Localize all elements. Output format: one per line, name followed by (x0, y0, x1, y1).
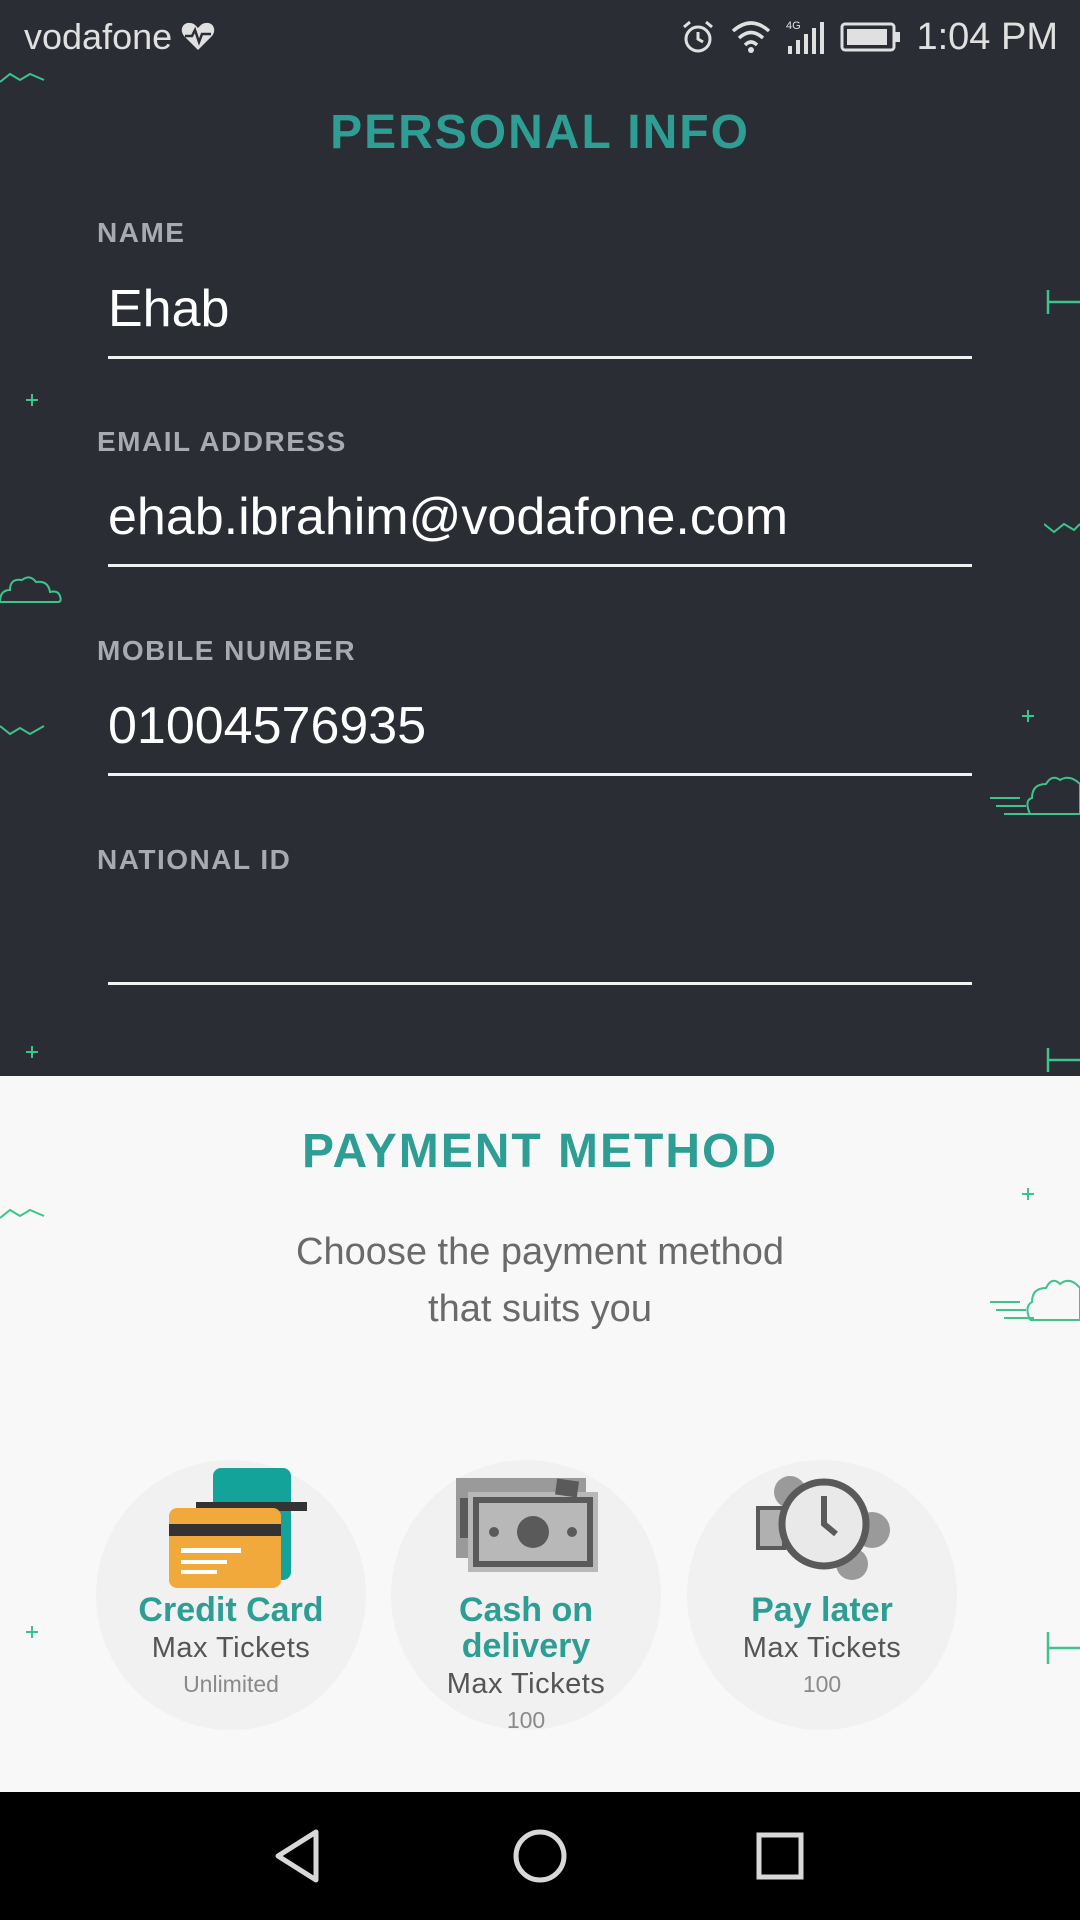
national-id-field[interactable] (108, 893, 972, 985)
status-bar: vodafone 4G 1:04 PM (0, 0, 1080, 75)
plus-deco-icon (26, 1626, 38, 1638)
national-id-label: NATIONAL ID (97, 844, 292, 875)
cash-icon (456, 1478, 598, 1572)
pay-later-max-label: Max Tickets (742, 1632, 902, 1664)
bracket-deco-icon (1046, 1632, 1080, 1664)
name-field[interactable] (108, 267, 972, 359)
payment-subtitle-line1: Choose the payment method (296, 1231, 784, 1273)
zigzag-deco-icon (0, 72, 45, 83)
home-circle-icon[interactable] (508, 1824, 572, 1888)
payment-subtitle-line2: that suits you (428, 1288, 652, 1330)
cash-label-line2: delivery (461, 1627, 591, 1665)
email-label: EMAIL ADDRESS (97, 426, 347, 457)
zigzag-deco-icon (1044, 522, 1080, 534)
battery-icon (840, 22, 901, 52)
cloud-deco-icon (990, 776, 1080, 815)
personal-info-title: PERSONAL INFO (330, 106, 750, 159)
payment-method-title: PAYMENT METHOD (301, 1125, 779, 1178)
pay-later-option[interactable]: Pay later Max Tickets 100 (687, 1460, 957, 1730)
bracket-deco-icon (1046, 290, 1080, 314)
recents-square-icon[interactable] (748, 1824, 812, 1888)
plus-deco-icon (1022, 1188, 1034, 1200)
credit-card-max-value: Unlimited (183, 1671, 279, 1697)
clock-time: 1:04 PM (916, 15, 1058, 58)
status-icons: 4G 1:04 PM (680, 14, 1058, 60)
cash-max-value: 100 (506, 1707, 546, 1733)
payment-subtitle: Choose the payment method that suits you (0, 1224, 1080, 1338)
zigzag-deco-icon (0, 725, 45, 736)
email-field[interactable] (108, 475, 972, 567)
mobile-label: MOBILE NUMBER (97, 635, 357, 666)
cash-max-label: Max Tickets (446, 1668, 606, 1700)
bracket-deco-icon (1046, 1048, 1080, 1072)
carrier-name: vodafone (24, 16, 173, 57)
cash-label-line1: Cash on (458, 1591, 594, 1629)
alarm-icon (683, 20, 714, 53)
signal-icon: 4G (786, 20, 825, 54)
pay-later-label: Pay later (751, 1591, 893, 1629)
credit-card-icon (169, 1468, 307, 1588)
mobile-field[interactable] (108, 684, 972, 776)
heart-pulse-icon (181, 22, 215, 50)
zigzag-deco-icon (0, 1208, 45, 1219)
cash-on-delivery-option[interactable]: Cash on delivery Max Tickets 100 (391, 1460, 661, 1733)
credit-card-max-label: Max Tickets (151, 1632, 311, 1664)
credit-card-option[interactable]: Credit Card Max Tickets Unlimited (96, 1460, 366, 1730)
credit-card-label: Credit Card (138, 1591, 324, 1629)
plus-deco-icon (1022, 710, 1034, 722)
cloud-deco-icon (990, 1279, 1080, 1321)
network-type: 4G (786, 20, 801, 32)
cash-on-delivery-label: Cash on delivery (391, 1592, 661, 1664)
cloud-deco-icon (0, 576, 62, 603)
navigation-bar (0, 1792, 1080, 1920)
clock-coins-icon (756, 1476, 890, 1580)
plus-deco-icon (26, 1046, 38, 1058)
payment-method-section: PAYMENT METHOD Choose the payment method… (0, 1076, 1080, 1792)
back-triangle-icon[interactable] (268, 1824, 332, 1888)
name-label: NAME (97, 217, 186, 248)
wifi-icon (732, 21, 771, 53)
pay-later-max-value: 100 (802, 1671, 842, 1697)
plus-deco-icon (26, 394, 38, 406)
personal-info-section: PERSONAL INFO NAME EMAIL ADDRESS MOBILE … (0, 75, 1080, 1075)
